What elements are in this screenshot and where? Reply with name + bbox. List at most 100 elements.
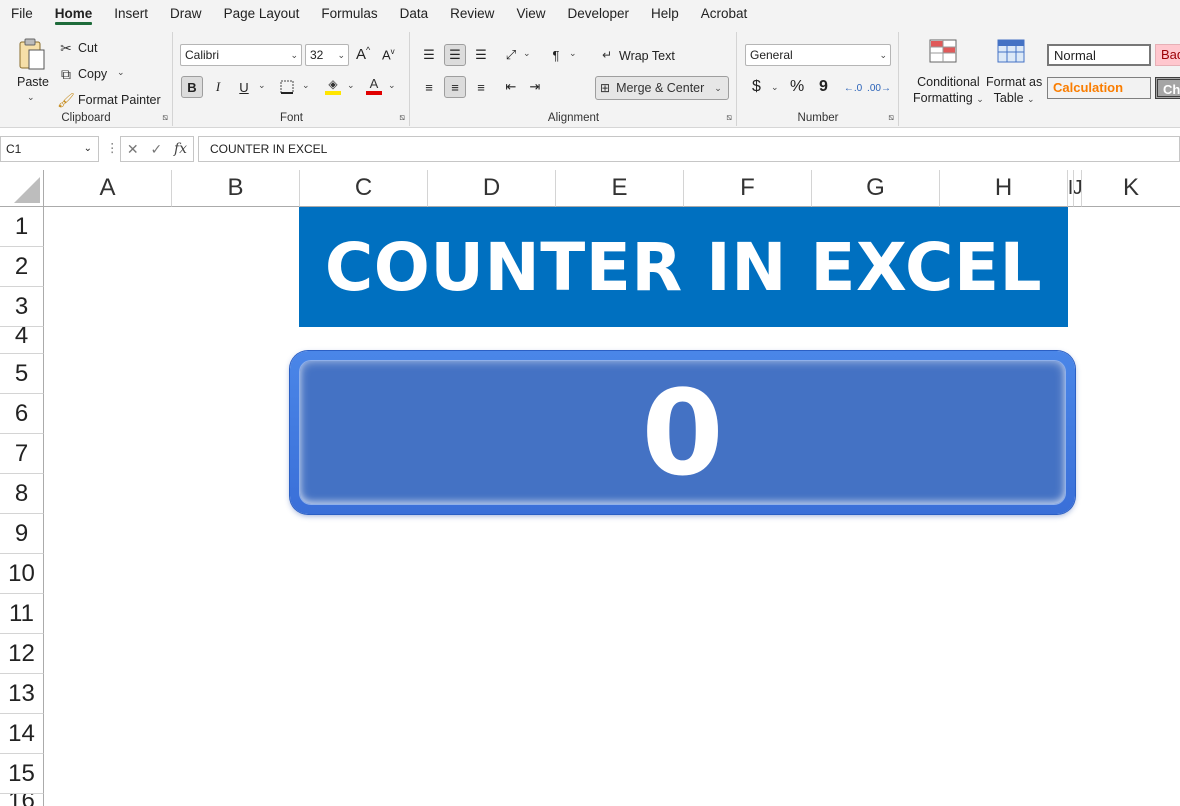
paste-dropdown-icon[interactable]: ⌄ [27,92,35,103]
font-size-select[interactable]: 32 ⌄ [305,44,349,66]
column-header-f[interactable]: F [684,170,812,207]
grow-font-button[interactable]: A^ [356,45,370,63]
row-header-10[interactable]: 10 [0,554,44,594]
row-header-15[interactable]: 15 [0,754,44,794]
column-header-d[interactable]: D [428,170,556,207]
insert-function-icon[interactable]: fx [174,141,187,157]
menu-view[interactable]: View [505,0,556,28]
conditional-formatting-icon[interactable] [928,38,958,64]
decrease-decimal-icon[interactable]: .00→ [867,78,891,98]
merge-dropdown-icon[interactable]: ⌄ [714,83,722,94]
row-header-11[interactable]: 11 [0,594,44,634]
font-color-dropdown-icon[interactable]: ⌄ [388,80,396,91]
row-header-2[interactable]: 2 [0,247,44,287]
row-header-8[interactable]: 8 [0,474,44,514]
paste-button[interactable]: Paste [17,75,49,89]
align-center-icon[interactable]: ≡ [444,76,466,98]
column-header-b[interactable]: B [172,170,300,207]
row-header-12[interactable]: 12 [0,634,44,674]
row-header-9[interactable]: 9 [0,514,44,554]
orientation-dropdown-icon[interactable]: ⌄ [523,48,531,59]
menu-help[interactable]: Help [640,0,690,28]
column-header-h[interactable]: H [940,170,1068,207]
fill-color-icon[interactable]: ◈ [324,76,342,96]
decrease-indent-icon[interactable]: ⇤ [500,76,522,98]
copy-button[interactable]: Copy [78,67,107,81]
more-options-icon[interactable]: ⋮ [106,140,119,155]
align-top-icon[interactable]: ☰ [418,44,440,66]
increase-decimal-icon[interactable]: ←.0 [842,78,864,98]
name-box[interactable]: C1 ⌄ [0,136,99,162]
menu-file[interactable]: File [0,0,44,28]
menu-data[interactable]: Data [389,0,440,28]
column-header-j[interactable]: J [1074,170,1082,207]
row-header-1[interactable]: 1 [0,207,44,247]
row-header-5[interactable]: 5 [0,354,44,394]
select-all-button[interactable] [0,170,44,207]
enter-icon[interactable]: ✓ [150,141,162,158]
cut-button[interactable]: Cut [78,41,97,55]
number-format-select[interactable]: General ⌄ [745,44,891,66]
merge-center-wrapper[interactable]: ⊞ Merge & Center ⌄ [595,76,729,100]
column-header-c[interactable]: C [300,170,428,207]
menu-insert[interactable]: Insert [103,0,159,28]
row-header-4[interactable]: 4 [0,327,44,354]
align-left-icon[interactable]: ≡ [418,76,440,98]
column-header-g[interactable]: G [812,170,940,207]
format-as-table-icon[interactable] [996,38,1026,64]
clipboard-launcher-icon[interactable]: ⧅ [162,112,168,123]
font-launcher-icon[interactable]: ⧅ [399,112,405,123]
italic-button[interactable]: I [207,76,229,98]
style-normal[interactable]: Normal [1047,44,1151,66]
cancel-icon[interactable]: ✕ [127,141,139,158]
bold-button[interactable]: B [181,76,203,98]
increase-indent-icon[interactable]: ⇥ [524,76,546,98]
menu-home[interactable]: Home [44,0,104,28]
formula-input[interactable]: COUNTER IN EXCEL [198,136,1180,162]
menu-page-layout[interactable]: Page Layout [213,0,311,28]
format-painter-button[interactable]: Format Painter [78,93,161,107]
percent-button[interactable]: % [790,78,804,96]
column-header-a[interactable]: A [44,170,172,207]
style-bad[interactable]: Bad [1155,44,1180,66]
underline-dropdown-icon[interactable]: ⌄ [258,80,266,91]
shrink-font-button[interactable]: Av [382,47,395,62]
column-header-e[interactable]: E [556,170,684,207]
row-header-6[interactable]: 6 [0,394,44,434]
currency-button[interactable]: $ [752,78,761,96]
number-launcher-icon[interactable]: ⧅ [888,112,894,123]
paragraph-direction-icon[interactable]: ¶ [545,44,567,66]
row-header-14[interactable]: 14 [0,714,44,754]
menu-review[interactable]: Review [439,0,505,28]
comma-button[interactable]: 9 [819,78,828,96]
conditional-formatting-button[interactable]: Conditional Formatting ⌄ [913,74,984,107]
align-right-icon[interactable]: ≡ [470,76,492,98]
borders-icon[interactable] [278,78,296,96]
wrap-text-button[interactable]: Wrap Text [619,49,675,63]
orientation-icon[interactable]: ⤢ [500,44,522,66]
column-header-k[interactable]: K [1082,170,1180,207]
menu-acrobat[interactable]: Acrobat [690,0,759,28]
borders-dropdown-icon[interactable]: ⌄ [302,80,310,91]
style-check[interactable]: Check [1155,77,1180,99]
style-calculation[interactable]: Calculation [1047,77,1151,99]
copy-dropdown-icon[interactable]: ⌄ [117,67,125,78]
title-banner[interactable]: COUNTER IN EXCEL [299,207,1068,327]
align-bottom-icon[interactable]: ☰ [470,44,492,66]
row-header-3[interactable]: 3 [0,287,44,327]
fill-color-dropdown-icon[interactable]: ⌄ [347,80,355,91]
paste-icon[interactable] [14,36,48,72]
direction-dropdown-icon[interactable]: ⌄ [569,48,577,59]
row-header-13[interactable]: 13 [0,674,44,714]
row-header-16[interactable]: 16 [0,794,44,806]
font-name-select[interactable]: Calibri ⌄ [180,44,302,66]
alignment-launcher-icon[interactable]: ⧅ [726,112,732,123]
menu-formulas[interactable]: Formulas [310,0,388,28]
align-middle-icon[interactable]: ☰ [444,44,466,66]
menu-draw[interactable]: Draw [159,0,213,28]
counter-button[interactable]: 0 [290,351,1075,514]
currency-dropdown-icon[interactable]: ⌄ [771,82,779,93]
menu-developer[interactable]: Developer [556,0,640,28]
font-color-icon[interactable]: A [365,76,383,96]
row-header-7[interactable]: 7 [0,434,44,474]
